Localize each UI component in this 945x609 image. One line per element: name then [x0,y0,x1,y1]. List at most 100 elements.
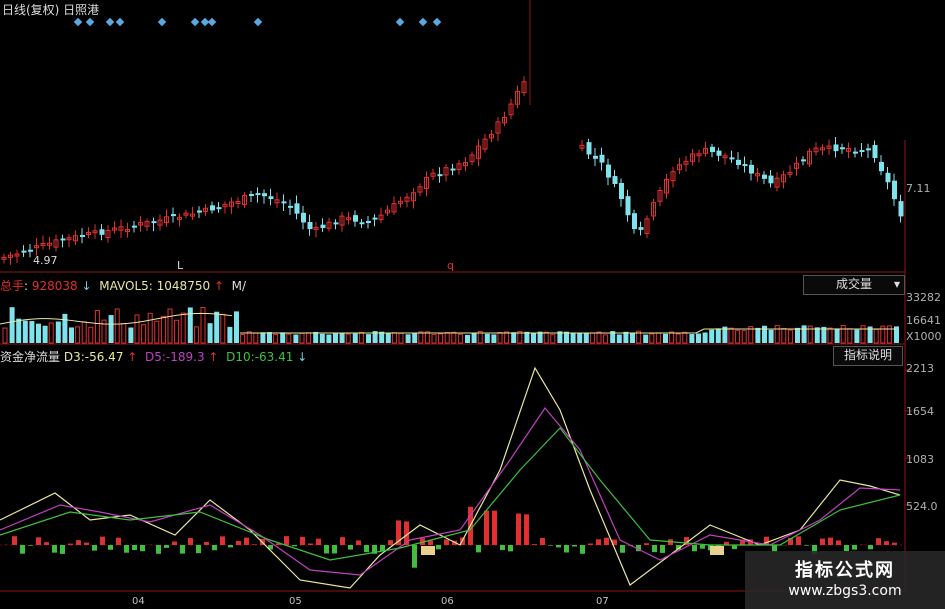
volume-bar [260,332,266,343]
candle-body [892,180,897,200]
volume-bar [358,331,364,344]
candle-body [366,220,371,223]
candle-body [372,217,378,220]
volume-bar [398,332,404,344]
flow-bar [52,545,57,553]
candle-body [853,151,858,154]
volume-bar [728,327,734,344]
flow-bar [620,545,625,553]
flow-bar [484,510,489,545]
flow-bar [804,545,809,546]
volume-bar [121,323,127,344]
volume-bar [313,331,319,343]
flow-bar [60,545,65,554]
volume-bar [623,331,629,343]
flow-bar [180,545,185,554]
volume-hand-arrow: ↓ [81,279,92,293]
volume-bar [886,325,892,344]
flow-bar [444,539,449,545]
volume-bar [511,332,517,343]
volume-bar [81,321,87,344]
volume-bar [134,314,140,344]
volume-bar [128,327,134,343]
candle-body [593,155,598,159]
candle-body [450,168,456,171]
volume-bar [643,334,649,343]
flow-bar [868,545,873,550]
vol-axis-mid: 16641 [906,314,941,327]
volume-bar [827,327,833,344]
volume-bar [787,329,793,344]
volume-bar [663,333,668,343]
flow-bar [732,545,737,550]
flow-bar [204,541,209,545]
price-axis-label: 7.11 [906,182,931,195]
volume-bar [345,333,351,344]
volume-bar [669,331,675,344]
candle-body [353,215,358,222]
volume-bar [655,332,661,344]
flow-bar [12,536,17,545]
volume-bar [438,333,444,344]
candle-body [171,214,176,217]
volume-bar [465,334,470,343]
flow-bar [20,545,25,554]
flow-bar [284,536,289,545]
flow-bar [380,545,385,551]
grid-lines [0,0,912,592]
volume-bar [735,329,741,344]
chevron-down-icon[interactable]: ▾ [894,276,900,293]
candle-body [28,249,33,252]
flow-bar [876,538,881,545]
flow-axis-2: 1654 [906,405,934,418]
volume-bar [589,332,595,344]
volume-indicator-button[interactable]: 成交量 ▾ [803,275,905,295]
flow-bar [172,541,177,545]
flow-bar [796,536,801,545]
volume-bar [114,308,120,344]
volume-bar [504,331,510,344]
flow-axis-4: 524.0 [906,500,938,513]
candle-body [833,144,839,152]
candle-body [599,154,605,163]
candle-body [859,150,865,153]
signal-diamond [418,17,428,27]
signal-diamond [105,17,115,27]
candle-body [301,212,306,223]
volume-ma-line [0,312,233,325]
volume-bar [326,334,332,343]
mavol5-label: MAVOL5: [99,279,153,293]
volume-bar [801,325,807,343]
volume-bar [854,329,860,343]
volume-bar [689,334,695,343]
flow-bar [68,543,73,545]
flow-bar [492,510,497,545]
volume-bar [577,333,583,343]
mavol5-value: 1048750 [156,279,211,293]
flow-bar [476,545,481,553]
volume-bar [174,319,180,344]
indicator-help-button[interactable]: 指标说明 [833,346,903,366]
volume-bar [273,333,279,344]
candle-body [437,174,443,177]
volume-bar [234,311,239,343]
volume-bar [457,333,463,344]
flow-highlight [710,546,724,555]
volume-bar [2,327,8,344]
signal-diamond [73,17,83,27]
date-label-04: 04 [132,596,145,607]
volume-bar [814,327,820,343]
candle-body [736,159,741,165]
volume-bar [550,334,556,344]
flow-bar [500,545,505,551]
volume-bar [306,332,312,344]
volume-bar [240,334,246,344]
volume-bar [9,307,15,343]
volume-bar [55,321,61,343]
volume-bar [22,320,28,343]
volume-bar [840,324,846,344]
flow-bar [220,536,225,545]
candle-body [742,164,748,167]
volume-bar [696,333,701,343]
volume-bar [616,334,622,343]
